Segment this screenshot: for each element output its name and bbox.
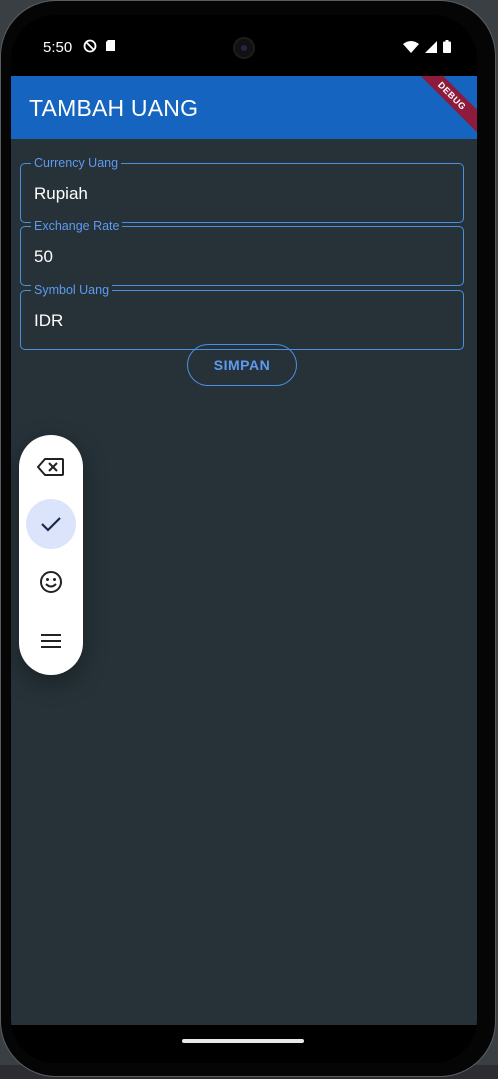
- status-system-icons: [403, 40, 451, 53]
- exchange-rate-field-label: Exchange Rate: [31, 218, 123, 234]
- backspace-icon: [37, 458, 64, 476]
- home-gesture-handle[interactable]: [182, 1039, 304, 1043]
- currency-field[interactable]: Currency Uang Rupiah: [20, 155, 464, 223]
- exchange-rate-field-value: 50: [34, 247, 53, 266]
- dnd-icon: [83, 39, 97, 53]
- menu-icon: [41, 634, 61, 648]
- currency-field-value: Rupiah: [34, 184, 88, 203]
- phone-frame: 5:50 TAMBAH UANG DEBUG Currency Uang Rup…: [0, 0, 496, 1077]
- battery-icon: [443, 40, 451, 53]
- wifi-icon: [403, 40, 419, 53]
- emoji-button[interactable]: [26, 557, 76, 607]
- floating-keyboard-toolbar: [19, 435, 83, 675]
- done-button[interactable]: [26, 499, 76, 549]
- front-camera: [233, 37, 255, 59]
- status-notification-icons: [83, 39, 117, 53]
- form-body: Currency Uang Rupiah Exchange Rate 50 Sy…: [11, 139, 477, 1025]
- phone-screen: 5:50 TAMBAH UANG DEBUG Currency Uang Rup…: [11, 15, 477, 1063]
- sd-card-icon: [106, 40, 115, 51]
- debug-banner: DEBUG: [407, 76, 477, 139]
- exchange-rate-field[interactable]: Exchange Rate 50: [20, 218, 464, 286]
- status-time: 5:50: [43, 39, 73, 56]
- signal-icon: [425, 40, 437, 53]
- currency-field-label: Currency Uang: [31, 155, 122, 171]
- navigation-bar: [11, 1025, 477, 1063]
- menu-button[interactable]: [26, 616, 76, 666]
- page-title: TAMBAH UANG: [29, 95, 199, 121]
- status-bar: 5:50: [11, 15, 477, 77]
- save-button[interactable]: SIMPAN: [187, 344, 297, 386]
- app-bar: TAMBAH UANG DEBUG: [11, 76, 477, 139]
- emoji-icon: [40, 571, 62, 593]
- check-icon: [41, 517, 61, 532]
- backspace-button[interactable]: [26, 442, 76, 492]
- symbol-field-label: Symbol Uang: [31, 282, 113, 298]
- symbol-field[interactable]: Symbol Uang IDR: [20, 282, 464, 350]
- symbol-field-value: IDR: [34, 311, 64, 330]
